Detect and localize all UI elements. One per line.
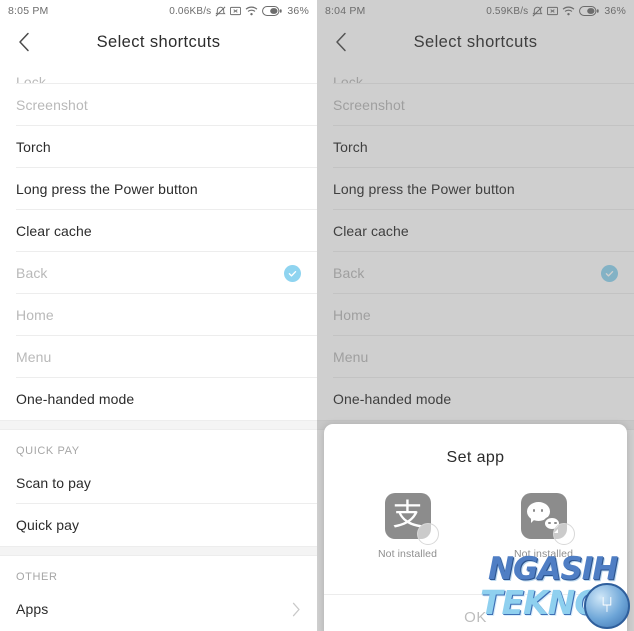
dialog-actions: OK xyxy=(324,595,627,631)
list-item-apps[interactable]: Apps xyxy=(0,588,317,630)
other-list: Apps xyxy=(0,588,317,630)
list-item[interactable]: Screenshot xyxy=(0,84,317,126)
screenshot-pair: 8:05 PM 0.06KB/s 36% Select shortcuts Lo… xyxy=(0,0,634,631)
not-installed-badge-icon xyxy=(416,523,439,545)
chevron-right-icon xyxy=(292,602,301,617)
section-divider xyxy=(0,546,317,556)
list-item-label: Long press the Power button xyxy=(16,181,198,197)
list-item[interactable]: Lock xyxy=(0,62,317,90)
list-item[interactable]: One-handed mode xyxy=(0,378,317,420)
phone-screen-left: 8:05 PM 0.06KB/s 36% Select shortcuts Lo… xyxy=(0,0,317,631)
page-title: Select shortcuts xyxy=(96,32,221,51)
network-speed-label: 0.06KB/s xyxy=(169,5,212,17)
set-app-dialog: Set app 支 Not installed Not installed OK xyxy=(324,424,627,631)
dialog-title: Set app xyxy=(446,449,505,466)
status-bar-time: 8:05 PM xyxy=(8,5,49,17)
list-item-label: Apps xyxy=(16,601,49,617)
list-item[interactable]: Back xyxy=(0,252,317,294)
list-item-label: Menu xyxy=(16,349,52,365)
app-status-label: Not installed xyxy=(377,548,438,560)
list-item-label: One-handed mode xyxy=(16,391,135,407)
list-item[interactable]: Clear cache xyxy=(0,210,317,252)
app-bar-left: Select shortcuts xyxy=(0,22,317,62)
back-chevron-icon xyxy=(18,32,30,52)
list-item[interactable]: Scan to pay xyxy=(0,462,317,504)
checkmark-icon xyxy=(284,264,301,282)
not-installed-badge-icon xyxy=(552,523,575,545)
phone-screen-right: 8:04 PM 0.59KB/s 36% Select shortcuts Lo… xyxy=(317,0,634,631)
battery-percent-label: 36% xyxy=(287,5,309,17)
wechat-icon xyxy=(520,493,575,545)
list-item[interactable]: Home xyxy=(0,294,317,336)
section-divider xyxy=(0,420,317,430)
list-item-label: Torch xyxy=(16,139,51,155)
list-item-label: Back xyxy=(16,265,48,281)
ok-button[interactable]: OK xyxy=(464,609,487,626)
wifi-icon xyxy=(245,6,258,16)
quick-pay-list: Scan to pay Quick pay xyxy=(0,462,317,546)
section-header-other: OTHER xyxy=(0,556,317,588)
section-header-quick-pay: QUICK PAY xyxy=(0,430,317,462)
app-choice-wechat[interactable]: Not installed xyxy=(507,493,581,590)
alipay-icon: 支 xyxy=(384,493,439,545)
list-item[interactable]: Torch xyxy=(0,126,317,168)
shortcut-list-left: Lock Screenshot Torch Long press the Pow… xyxy=(0,62,317,420)
sim-icon xyxy=(230,6,242,16)
app-status-label: Not installed xyxy=(513,548,574,560)
list-item[interactable]: Menu xyxy=(0,336,317,378)
app-choice-grid: 支 Not installed Not installed xyxy=(324,467,627,590)
battery-icon xyxy=(262,6,283,16)
list-item-label: Home xyxy=(16,307,54,323)
status-bar-icons: 0.06KB/s 36% xyxy=(169,5,309,17)
back-button[interactable] xyxy=(4,22,44,62)
app-choice-alipay[interactable]: 支 Not installed xyxy=(371,493,445,590)
list-item-label: Quick pay xyxy=(16,517,80,533)
list-item-label: Scan to pay xyxy=(16,475,92,491)
list-item-label: Clear cache xyxy=(16,223,92,239)
status-bar-left: 8:05 PM 0.06KB/s 36% xyxy=(0,0,317,22)
list-item-label: Screenshot xyxy=(16,97,88,113)
silent-icon xyxy=(215,6,226,17)
list-item[interactable]: Quick pay xyxy=(0,504,317,546)
list-item[interactable]: Long press the Power button xyxy=(0,168,317,210)
